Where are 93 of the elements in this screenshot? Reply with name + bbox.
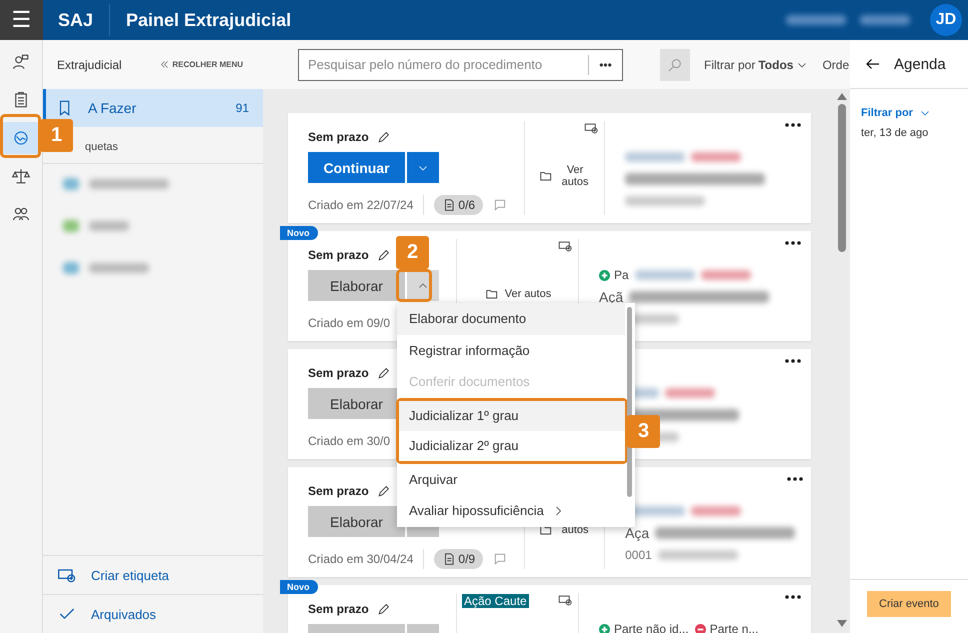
deadline-label: Sem prazo [308, 601, 369, 617]
menu-item[interactable]: Avaliar hipossuficiência [397, 495, 625, 526]
party-label: Parte n... [694, 622, 758, 633]
action-button[interactable]: Elaborar [308, 270, 405, 301]
scroll-up-icon[interactable] [837, 93, 847, 100]
search-field[interactable]: Pesquisar pelo número do procedimento ••• [298, 48, 623, 80]
comment-icon [493, 198, 508, 212]
blurred-text [700, 270, 751, 280]
party-label: Pa [599, 268, 629, 282]
brand-logo: SAJ [43, 4, 110, 36]
document-icon [442, 198, 456, 212]
created-date: Criado em 30/04/24 [308, 552, 414, 566]
group-icon [12, 205, 30, 223]
more-options-button[interactable] [787, 477, 804, 481]
scrollbar-thumb[interactable] [838, 104, 846, 252]
double-chevron-left-icon [160, 60, 170, 69]
blurred-text [625, 152, 686, 162]
filter-dropdown[interactable]: Filtrar por Todos [704, 58, 808, 72]
action-button[interactable]: Continuar [308, 152, 405, 183]
blurred-text [634, 270, 695, 280]
created-date: Criado em 09/0 [308, 316, 390, 330]
menu-item[interactable]: Elaborar documento [397, 303, 625, 334]
order-label: Orde [822, 58, 850, 72]
more-options-button[interactable] [785, 359, 801, 363]
documents-count: 0/6 [434, 195, 484, 215]
callout-badge: 1 [40, 119, 73, 152]
blurred-text [691, 506, 742, 516]
blurred-text [786, 15, 846, 25]
case-title: Aça [625, 525, 650, 541]
collapse-menu-button[interactable]: RECOLHER MENU [160, 60, 243, 69]
new-badge: Novo [280, 226, 318, 240]
sidebar-title: Extrajudicial [57, 58, 122, 72]
documents-count: 0/9 [434, 549, 484, 569]
scroll-down-icon[interactable] [837, 620, 847, 627]
panel-title: Agenda [894, 56, 946, 72]
create-event-button[interactable]: Criar evento [867, 591, 951, 617]
more-options-button[interactable] [785, 123, 801, 127]
pencil-icon [376, 248, 390, 262]
case-tag: Ação Caute [462, 594, 529, 608]
pencil-icon [376, 602, 390, 616]
more-button[interactable]: ••• [588, 54, 622, 74]
page-title: Painel Extrajudicial [125, 10, 292, 30]
blurred-tag [63, 220, 79, 232]
created-date: Criado em 30/0 [308, 434, 390, 448]
more-icon [785, 123, 801, 127]
party-label: Parte não id... [599, 622, 689, 633]
blurred-text [691, 152, 742, 162]
menu-button[interactable]: ☰ [0, 0, 43, 40]
callout-badge: 2 [396, 236, 429, 269]
more-icon [785, 241, 801, 245]
case-number: 0001 [625, 548, 652, 562]
folder-icon [539, 169, 554, 183]
blurred-text [89, 263, 149, 273]
view-records-link[interactable]: Ver autos [539, 164, 592, 188]
more-options-button[interactable] [785, 595, 801, 599]
person-icon [12, 53, 30, 71]
callout-badge: 3 [627, 415, 660, 448]
case-title: Açã [599, 289, 624, 305]
more-options-button[interactable] [785, 241, 801, 245]
pencil-icon [376, 366, 390, 380]
blurred-tag [63, 262, 79, 274]
view-records-link[interactable]: Ver autos [484, 287, 552, 301]
date-label: ter, 13 de ago [861, 127, 930, 139]
clipboard-icon [12, 91, 30, 109]
deadline-label: Sem prazo [308, 483, 369, 499]
more-icon [787, 477, 804, 481]
tag-add-icon [558, 239, 573, 254]
deadline-label: Sem prazo [308, 129, 369, 145]
filter-dropdown[interactable]: Filtrar por [861, 107, 931, 119]
folder-icon [484, 287, 499, 301]
menu-item[interactable]: Judicializar 1º grau [399, 400, 625, 430]
pencil-icon [376, 130, 390, 144]
avatar[interactable]: JD [930, 4, 962, 36]
more-icon [785, 595, 801, 599]
sidebar-item[interactable]: A Fazer 91 [43, 89, 263, 127]
blurred-text [665, 388, 715, 398]
created-date: Criado em 22/07/24 [308, 198, 414, 212]
deadline-label: Sem prazo [308, 365, 369, 381]
action-button[interactable]: Elaborar [308, 506, 405, 537]
handshake-icon [12, 129, 30, 147]
comment-icon [493, 552, 508, 566]
pencil-icon [376, 484, 390, 498]
new-badge: Novo [280, 580, 318, 594]
search-icon [667, 56, 683, 72]
blurred-tag [63, 178, 79, 190]
document-icon [442, 552, 456, 566]
more-icon [785, 359, 801, 363]
tag-add-icon [584, 121, 600, 136]
blurred-text [860, 15, 910, 25]
deadline-label: Sem prazo [308, 247, 369, 263]
tag-add-icon [558, 593, 573, 608]
scale-icon [12, 167, 30, 185]
blurred-text [89, 221, 129, 231]
